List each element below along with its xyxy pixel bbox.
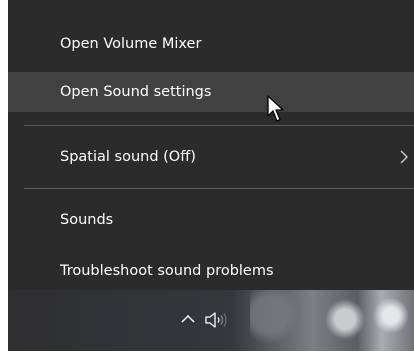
menu-item-sounds[interactable]: Sounds <box>8 200 414 240</box>
menu-separator <box>24 188 414 189</box>
menu-item-label: Troubleshoot sound problems <box>60 263 274 279</box>
chevron-up-icon[interactable] <box>179 310 197 328</box>
sound-context-menu: Open Volume Mixer Open Sound settings Sp… <box>8 0 414 290</box>
menu-item-label: Sounds <box>60 212 114 228</box>
menu-item-label: Open Volume Mixer <box>60 36 202 52</box>
taskbar <box>8 290 414 351</box>
bottom-edge <box>0 351 414 360</box>
menu-item-label: Spatial sound (Off) <box>60 149 196 165</box>
speaker-icon[interactable] <box>204 310 230 330</box>
chevron-right-icon <box>400 150 408 164</box>
mouse-cursor-icon <box>267 95 284 122</box>
menu-item-open-volume-mixer[interactable]: Open Volume Mixer <box>8 24 414 64</box>
menu-item-spatial-sound[interactable]: Spatial sound (Off) <box>8 137 414 177</box>
blurred-tray-area <box>250 290 414 351</box>
menu-item-label: Open Sound settings <box>60 84 212 100</box>
menu-item-troubleshoot-sound[interactable]: Troubleshoot sound problems <box>8 251 414 291</box>
menu-separator <box>24 125 414 126</box>
menu-item-open-sound-settings[interactable]: Open Sound settings <box>8 72 414 112</box>
